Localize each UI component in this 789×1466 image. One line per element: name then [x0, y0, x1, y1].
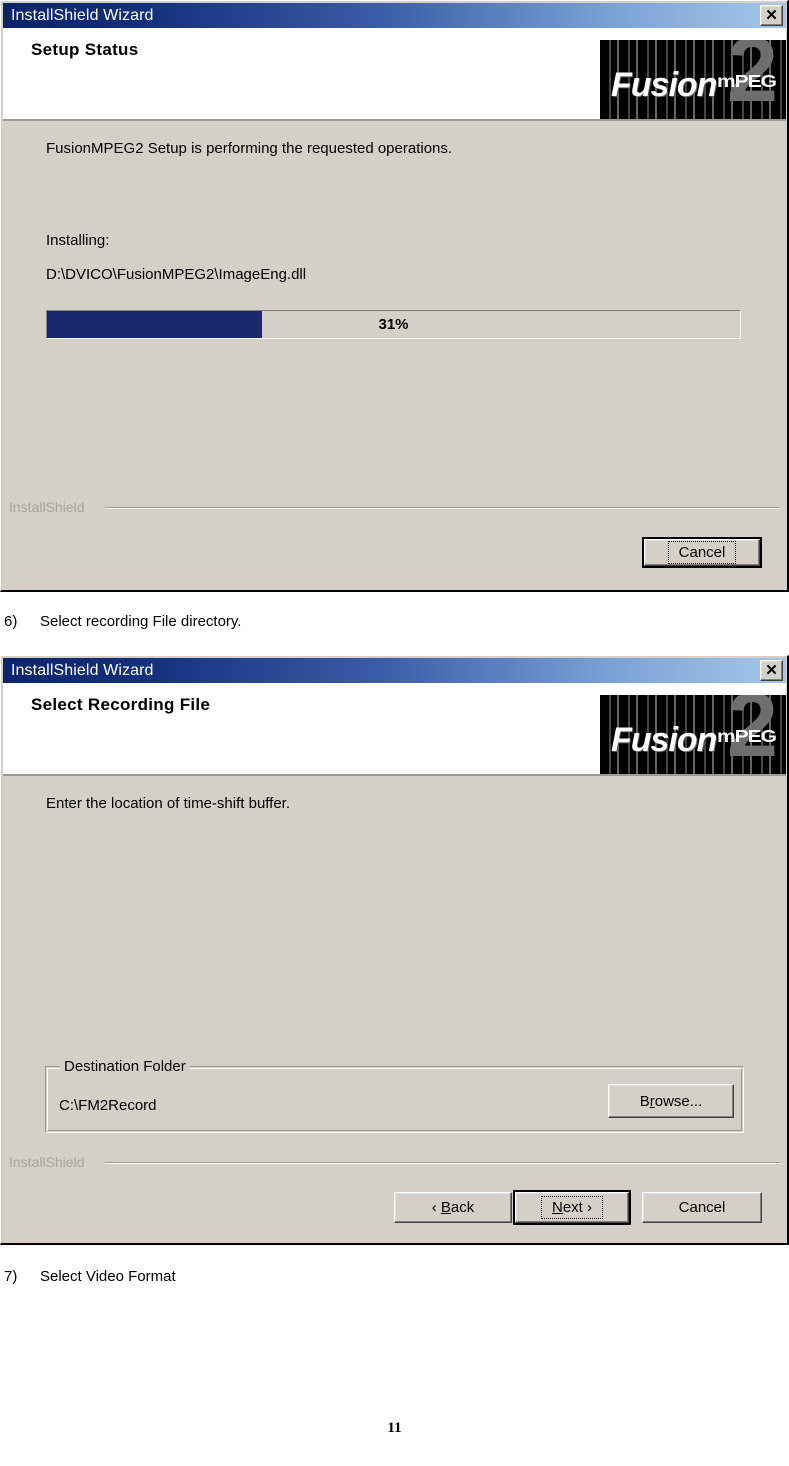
back-label-post: ack — [450, 1199, 475, 1216]
banner-separator — [3, 119, 786, 121]
back-label-pre: ‹ — [431, 1199, 441, 1216]
destination-folder-legend: Destination Folder — [60, 1058, 190, 1075]
back-button-label: ‹ Back — [432, 1199, 475, 1216]
cancel-button[interactable]: Cancel — [642, 537, 762, 568]
destination-folder-path: C:\FM2Record — [59, 1097, 157, 1114]
dialog1-message: FusionMPEG2 Setup is performing the requ… — [46, 140, 453, 157]
close-icon[interactable]: ✕ — [760, 660, 783, 681]
step-6-text: Select recording File directory. — [40, 613, 242, 630]
dialog2-message: Enter the location of time-shift buffer. — [46, 795, 291, 812]
fusion-mpeg2-logo: 2 Fusion mPEG — [600, 40, 786, 119]
step-7-text: Select Video Format — [40, 1268, 176, 1285]
browse-label-post: owse... — [654, 1092, 703, 1110]
dialog2-footer-rule — [105, 1162, 781, 1164]
dialog2-installshield-brand: InstallShield — [9, 1154, 85, 1170]
next-button-label: Next › — [540, 1196, 604, 1219]
select-recording-file-dialog: InstallShield Wizard ✕ Select Recording … — [0, 655, 789, 1245]
destination-folder-group: Destination Folder C:\FM2Record Browse..… — [45, 1058, 744, 1133]
dialog1-installing-label: Installing: — [46, 232, 110, 249]
dialog2-banner: Select Recording File 2 Fusion mPEG — [3, 683, 786, 776]
next-label-post: ext › — [562, 1199, 593, 1216]
browse-button[interactable]: Browse... — [608, 1084, 734, 1118]
logo-wordmark-mpeg: mPEG — [716, 72, 777, 91]
browse-label-pre: B — [639, 1092, 650, 1110]
next-button[interactable]: Next › — [513, 1190, 631, 1225]
cancel-button-label: Cancel — [667, 541, 737, 564]
next-button-face: Next › — [515, 1192, 629, 1223]
dialog1-installshield-brand: InstallShield — [9, 499, 85, 515]
step-6-number: 6) — [4, 613, 18, 630]
logo-wordmark-fusion: Fusion — [611, 721, 717, 759]
dialog1-titlebar: InstallShield Wizard ✕ — [3, 3, 786, 28]
step-7: 7) Select Video Format — [4, 1268, 176, 1285]
step-7-number: 7) — [4, 1268, 18, 1285]
progress-percent-label: 31% — [378, 316, 409, 333]
browse-button-label: Browse... — [640, 1093, 703, 1110]
fusion-mpeg2-logo: 2 Fusion mPEG — [600, 695, 786, 774]
banner-separator — [3, 774, 786, 776]
back-label-accel: B — [440, 1199, 451, 1216]
cancel-button-face: Cancel — [644, 539, 760, 566]
dialog2-titlebar: InstallShield Wizard ✕ — [3, 658, 786, 683]
next-label-accel: N — [551, 1199, 563, 1216]
dialog2-title: InstallShield Wizard — [11, 661, 154, 679]
dialog2-page-title: Select Recording File — [31, 695, 211, 714]
page-number: 11 — [387, 1420, 402, 1436]
cancel-button-label: Cancel — [678, 1199, 726, 1216]
install-progress-bar: 31% — [46, 310, 741, 339]
logo-wordmark-mpeg: mPEG — [716, 727, 777, 746]
logo-wordmark-fusion: Fusion — [611, 66, 717, 104]
dialog1-footer-rule — [105, 507, 781, 509]
step-6: 6) Select recording File directory. — [4, 613, 241, 630]
setup-status-dialog: InstallShield Wizard ✕ Setup Status 2 Fu… — [0, 0, 789, 592]
dialog1-banner: Setup Status 2 Fusion mPEG — [3, 28, 786, 121]
dialog1-page-title: Setup Status — [31, 40, 139, 59]
back-button[interactable]: ‹ Back — [394, 1192, 512, 1223]
dialog1-installing-path: D:\DVICO\FusionMPEG2\ImageEng.dll — [46, 266, 307, 283]
close-icon[interactable]: ✕ — [760, 5, 783, 26]
dialog1-title: InstallShield Wizard — [11, 6, 154, 24]
cancel-button[interactable]: Cancel — [642, 1192, 762, 1223]
